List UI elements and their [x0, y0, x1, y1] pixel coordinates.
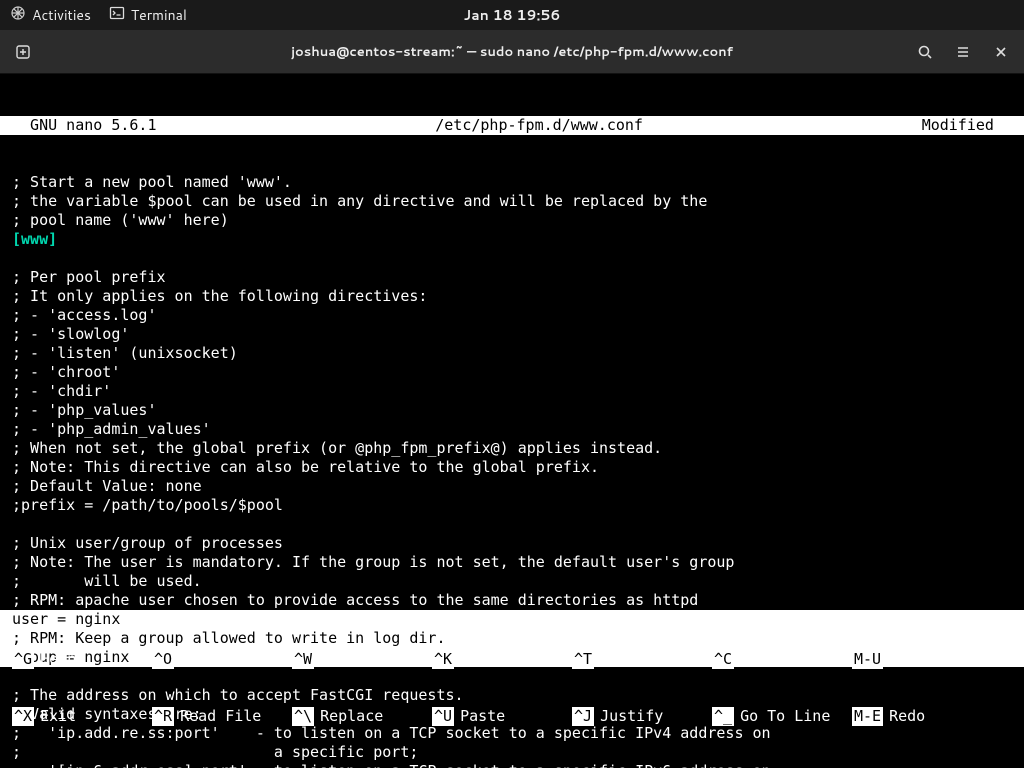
shortcut-key: ^T	[572, 650, 594, 669]
editor-line: ; pool name ('www' here)	[12, 211, 1012, 230]
activities-icon	[10, 5, 26, 26]
nano-shortcut: ^\ Replace	[292, 707, 432, 726]
shortcut-label: Paste	[460, 707, 505, 726]
shortcut-label: Execute	[600, 650, 663, 669]
shortcut-key: ^K	[432, 650, 454, 669]
shortcut-label: Read File	[180, 707, 261, 726]
nano-shortcut: ^W Where Is	[292, 650, 432, 669]
nano-shortcut: ^U Paste	[432, 707, 572, 726]
nano-shortcut: ^K Cut	[432, 650, 572, 669]
nano-shortcut-bar: ^G Help ^O Write Out ^W Where Is ^K Cut ^T Execut…	[12, 612, 1012, 764]
nano-title-bar: GNU nano 5.6.1 /etc/php-fpm.d/www.conf M…	[0, 116, 1024, 135]
hamburger-menu-button[interactable]	[946, 35, 980, 69]
editor-line: ; Note: This directive can also be relat…	[12, 458, 1012, 477]
editor-line: ; - 'chdir'	[12, 382, 1012, 401]
shortcut-label: Cut	[460, 650, 487, 669]
nano-shortcut: ^R Read File	[152, 707, 292, 726]
shortcut-label: Help	[40, 650, 76, 669]
editor-line	[12, 515, 1012, 534]
shortcut-label: Redo	[889, 707, 925, 726]
nano-shortcut: M-E Redo	[852, 707, 942, 726]
terminal-icon	[109, 5, 125, 26]
editor-line: ; - 'listen' (unixsocket)	[12, 344, 1012, 363]
shortcut-key: ^_	[712, 707, 734, 726]
shortcut-label: Exit	[40, 707, 76, 726]
shortcut-key: ^O	[152, 650, 174, 669]
nano-version: GNU nano 5.6.1	[12, 116, 157, 135]
editor-line: ;prefix = /path/to/pools/$pool	[12, 496, 1012, 515]
shortcut-key: ^U	[432, 707, 454, 726]
panel-clock[interactable]: Jan 18 19:56	[464, 5, 561, 25]
editor-line: ; RPM: apache user chosen to provide acc…	[12, 591, 1012, 610]
editor-line: ; Start a new pool named 'www'.	[12, 173, 1012, 192]
editor-line: ; will be used.	[12, 572, 1012, 591]
editor-line: ; Default Value: none	[12, 477, 1012, 496]
shortcut-key: ^C	[712, 650, 734, 669]
editor-line: ; When not set, the global prefix (or @p…	[12, 439, 1012, 458]
shortcut-label: Go To Line	[740, 707, 830, 726]
nano-shortcut: ^C Location	[712, 650, 852, 669]
nano-shortcut: ^_ Go To Line	[712, 707, 852, 726]
nano-shortcut: M-U Undo	[852, 650, 942, 669]
app-menu-label: Terminal	[131, 5, 187, 25]
shortcut-label: Replace	[320, 707, 383, 726]
new-tab-button[interactable]	[6, 35, 40, 69]
editor-line: ; - 'chroot'	[12, 363, 1012, 382]
gnome-top-panel: Activities Terminal Jan 18 19:56	[0, 0, 1024, 30]
shortcut-key: M-E	[852, 707, 883, 726]
editor-line: [www]	[12, 230, 1012, 249]
shortcut-key: ^G	[12, 650, 34, 669]
shortcut-key: ^X	[12, 707, 34, 726]
editor-line: ; - 'slowlog'	[12, 325, 1012, 344]
shortcut-label: Justify	[600, 707, 663, 726]
editor-line: ; - 'php_admin_values'	[12, 420, 1012, 439]
activities-label: Activities	[32, 5, 91, 25]
shortcut-label: Location	[740, 650, 812, 669]
editor-line: ; It only applies on the following direc…	[12, 287, 1012, 306]
nano-shortcut: ^T Execute	[572, 650, 712, 669]
shortcut-key: ^R	[152, 707, 174, 726]
activities-button[interactable]: Activities	[10, 5, 91, 26]
editor-line: ; - 'php_values'	[12, 401, 1012, 420]
nano-shortcut: ^X Exit	[12, 707, 152, 726]
nano-shortcut: ^G Help	[12, 650, 152, 669]
shortcut-label: Where Is	[320, 650, 392, 669]
editor-line: ; Per pool prefix	[12, 268, 1012, 287]
terminal-viewport[interactable]: GNU nano 5.6.1 /etc/php-fpm.d/www.conf M…	[0, 74, 1024, 768]
shortcut-label: Undo	[889, 650, 925, 669]
editor-line: ; - 'access.log'	[12, 306, 1012, 325]
window-title: joshua@centos-stream:~ — sudo nano /etc/…	[291, 43, 733, 61]
nano-shortcut: ^J Justify	[572, 707, 712, 726]
editor-line	[12, 249, 1012, 268]
editor-line: ; the variable $pool can be used in any …	[12, 192, 1012, 211]
shortcut-key: M-U	[852, 650, 883, 669]
nano-status: Modified	[922, 116, 1012, 135]
close-button[interactable]	[984, 35, 1018, 69]
shortcut-key: ^W	[292, 650, 314, 669]
nano-file-path: /etc/php-fpm.d/www.conf	[157, 116, 922, 135]
shortcut-key: ^J	[572, 707, 594, 726]
editor-line: ; Unix user/group of processes	[12, 534, 1012, 553]
nano-shortcut: ^O Write Out	[152, 650, 292, 669]
editor-line: ; Note: The user is mandatory. If the gr…	[12, 553, 1012, 572]
shortcut-key: ^\	[292, 707, 314, 726]
app-menu[interactable]: Terminal	[109, 5, 187, 26]
shortcut-label: Write Out	[180, 650, 261, 669]
system-tray[interactable]	[986, 5, 1014, 25]
terminal-header-bar: joshua@centos-stream:~ — sudo nano /etc/…	[0, 30, 1024, 74]
search-button[interactable]	[908, 35, 942, 69]
